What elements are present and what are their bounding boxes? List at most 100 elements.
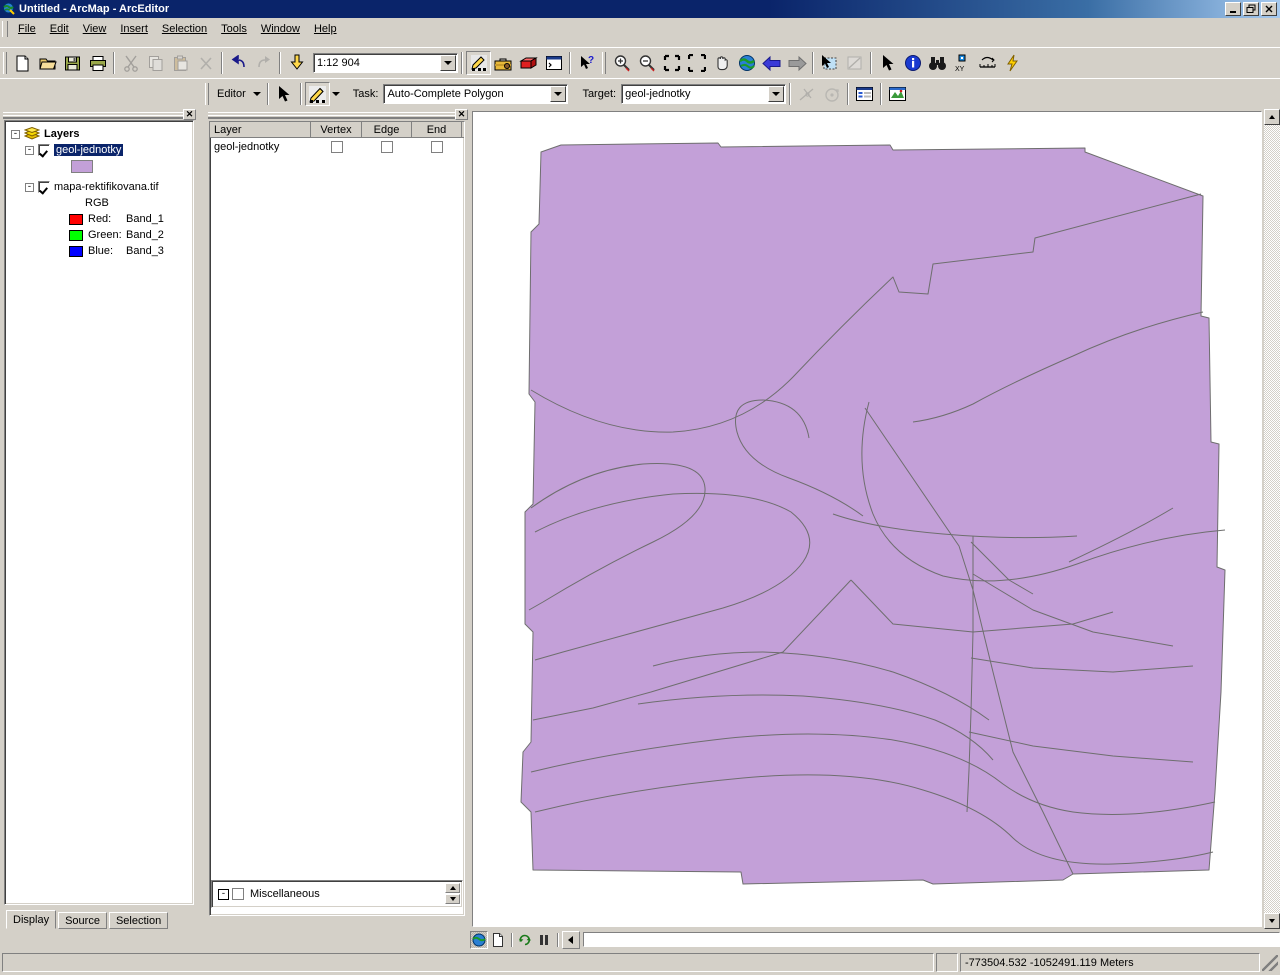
menu-edit[interactable]: Edit (43, 20, 76, 38)
snapping-close-icon[interactable]: ✕ (455, 109, 468, 120)
cut-scissors-icon[interactable] (118, 51, 143, 75)
undo-icon[interactable] (226, 51, 251, 75)
map-scroll-up-button[interactable] (1264, 109, 1280, 125)
tools-toolbar-grip[interactable] (602, 52, 606, 74)
resize-grip[interactable] (1262, 954, 1278, 971)
edit-arrow-icon[interactable] (272, 82, 297, 106)
menu-help[interactable]: Help (307, 20, 344, 38)
full-extent-globe-icon[interactable] (734, 51, 759, 75)
toc-root-layers[interactable]: - Layers (9, 126, 193, 142)
zoom-in-icon[interactable] (609, 51, 634, 75)
refresh-view-icon[interactable] (516, 931, 534, 949)
whats-this-help-icon[interactable]: ? (574, 51, 599, 75)
task-combo[interactable]: Auto-Complete Polygon (383, 84, 569, 104)
snapping-row-vertex-cell[interactable] (311, 141, 362, 153)
toc-layer-0-expander[interactable]: - (25, 145, 34, 155)
pause-drawing-icon[interactable] (535, 931, 553, 949)
minimize-button[interactable] (1225, 2, 1241, 16)
snapping-row[interactable]: geol-jednotky (210, 138, 464, 156)
editor-menu-dropdown-arrow[interactable] (251, 82, 264, 106)
snapping-row-edge-cell[interactable] (362, 141, 412, 153)
misc-scroll-down-button[interactable] (445, 894, 460, 904)
task-dropdown-arrow[interactable] (550, 86, 567, 102)
select-features-icon[interactable] (817, 51, 842, 75)
sketch-pencil-icon[interactable] (304, 82, 330, 106)
forward-extent-icon[interactable] (784, 51, 809, 75)
find-binoculars-icon[interactable] (925, 51, 950, 75)
select-elements-arrow-icon[interactable] (875, 51, 900, 75)
menu-view[interactable]: View (76, 20, 114, 38)
go-to-xy-icon[interactable]: XY (950, 51, 975, 75)
layout-view-page-icon[interactable] (489, 931, 507, 949)
copy-icon[interactable] (143, 51, 168, 75)
target-value[interactable]: geol-jednotky (622, 88, 767, 100)
standard-toolbar-grip[interactable] (3, 52, 7, 74)
split-tool-icon[interactable] (794, 82, 819, 106)
map-vertical-scrollbar[interactable] (1264, 109, 1280, 929)
identify-info-icon[interactable] (900, 51, 925, 75)
toc-gripbar[interactable]: ✕ (0, 109, 198, 120)
delete-x-icon[interactable] (193, 51, 218, 75)
rotate-tool-icon[interactable] (819, 82, 844, 106)
menu-window[interactable]: Window (254, 20, 307, 38)
snapping-row-end-cell[interactable] (412, 141, 462, 153)
snapping-edge-checkbox[interactable] (381, 141, 393, 153)
hyperlink-lightning-icon[interactable] (1000, 51, 1025, 75)
map-scale-value[interactable]: 1:12 904 (314, 57, 439, 69)
toc-layer-geol-jednotky[interactable]: - geol-jednotky (9, 142, 193, 158)
toc-layer-0-label[interactable]: geol-jednotky (54, 144, 124, 156)
snapping-col-end[interactable]: End (412, 122, 462, 137)
target-dropdown-arrow[interactable] (768, 86, 785, 102)
menu-insert[interactable]: Insert (113, 20, 155, 38)
snapping-grid[interactable]: Layer Vertex Edge End geol-jednotky (209, 121, 465, 916)
clear-selection-icon[interactable] (842, 51, 867, 75)
command-line-icon[interactable] (541, 51, 566, 75)
toc-layer-1-band-red[interactable]: Red: Band_1 (9, 211, 193, 227)
pan-hand-icon[interactable] (709, 51, 734, 75)
save-icon[interactable] (60, 51, 85, 75)
back-extent-icon[interactable] (759, 51, 784, 75)
toc-tab-display[interactable]: Display (6, 910, 57, 929)
close-button[interactable] (1261, 2, 1277, 16)
restore-button[interactable] (1243, 2, 1259, 16)
task-value[interactable]: Auto-Complete Polygon (384, 88, 549, 100)
snapping-vertex-checkbox[interactable] (330, 141, 343, 153)
toc-layer-1-label[interactable]: mapa-rektifikovana.tif (54, 181, 159, 193)
editor-toolbar-icon[interactable] (466, 51, 491, 75)
toc-close-icon[interactable]: ✕ (183, 109, 196, 120)
toc-root-expander[interactable]: - (11, 129, 20, 139)
data-view-globe-icon[interactable] (470, 930, 488, 949)
snapping-misc-row[interactable]: - Miscellaneous (212, 881, 462, 907)
toc-layer-1-band-green[interactable]: Green: Band_2 (9, 227, 193, 243)
snapping-col-edge[interactable]: Edge (362, 122, 412, 137)
sketch-tool-dropdown-arrow[interactable] (330, 82, 343, 106)
redo-icon[interactable] (251, 51, 276, 75)
print-icon[interactable] (85, 51, 110, 75)
editor-toolbar-grip[interactable] (205, 83, 209, 105)
toc-tab-selection[interactable]: Selection (108, 912, 169, 929)
menu-file[interactable]: File (11, 20, 43, 38)
measure-ruler-icon[interactable] (975, 51, 1000, 75)
fixed-zoom-out-icon[interactable] (684, 51, 709, 75)
menu-selection[interactable]: Selection (155, 20, 214, 38)
toc-layer-0-symbol-swatch[interactable] (71, 159, 93, 173)
misc-scroll-up-button[interactable] (445, 883, 460, 893)
scroll-left-icon[interactable] (562, 930, 580, 949)
paste-icon[interactable] (168, 51, 193, 75)
toc-layer-mapa-rektifikovana[interactable]: - mapa-rektifikovana.tif (9, 179, 193, 195)
snapping-col-layer[interactable]: Layer (210, 122, 311, 137)
map-scale-dropdown-arrow[interactable] (440, 55, 456, 71)
map-scroll-down-button[interactable] (1264, 913, 1280, 929)
toc-layer-1-band-blue[interactable]: Blue: Band_3 (9, 243, 193, 259)
attributes-icon[interactable] (852, 82, 877, 106)
open-folder-icon[interactable] (35, 51, 60, 75)
toc-layer-1-expander[interactable]: - (25, 182, 34, 192)
menu-grip[interactable] (2, 20, 8, 37)
toc-layer-1-checkbox[interactable] (38, 181, 50, 193)
misc-expander[interactable]: - (218, 888, 229, 900)
map-status-scroll-track[interactable] (583, 932, 1280, 947)
toc-layer-0-symbol-row[interactable] (9, 158, 193, 174)
snapping-gripbar[interactable]: ✕ (205, 109, 470, 120)
sketch-properties-icon[interactable] (885, 82, 910, 106)
snapping-col-vertex[interactable]: Vertex (311, 122, 362, 137)
